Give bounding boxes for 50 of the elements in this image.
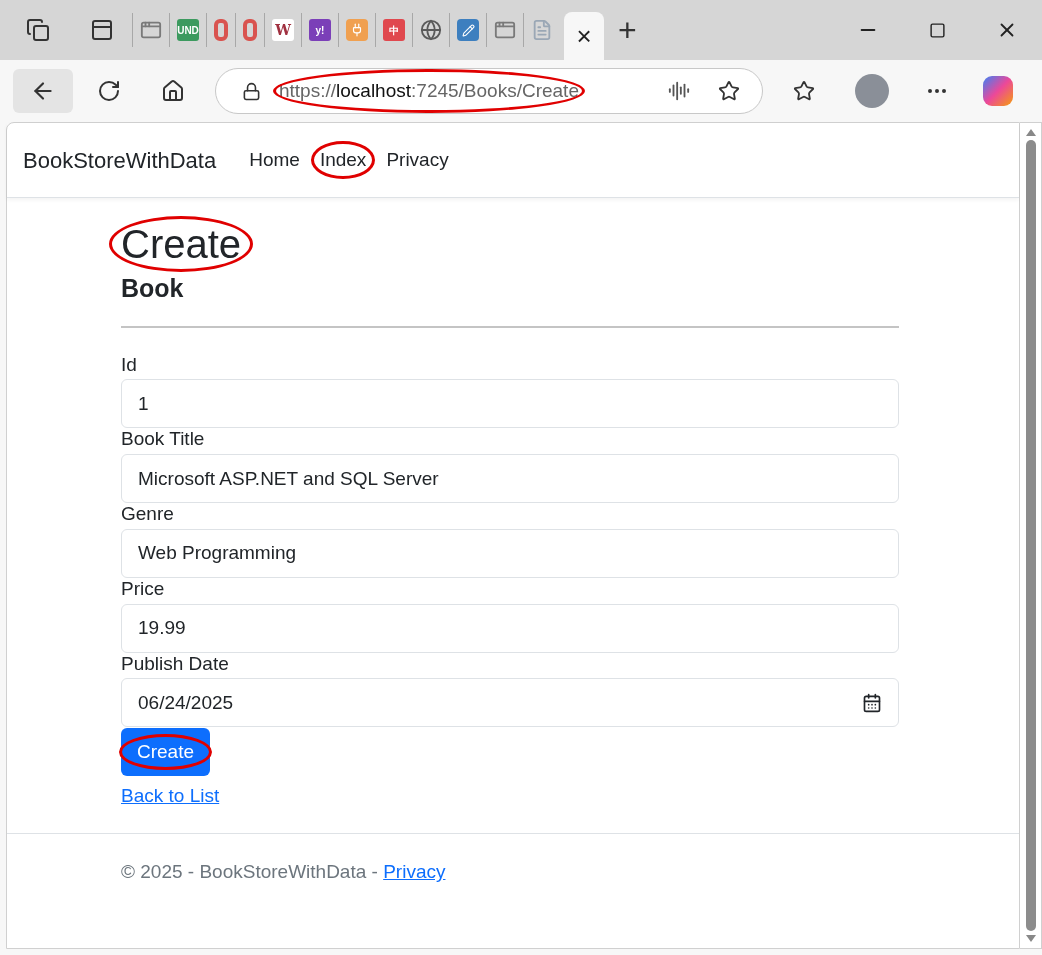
ring-icon[interactable] <box>243 19 257 41</box>
field-label: Id <box>121 353 138 377</box>
brand-link[interactable]: BookStoreWithData <box>23 143 217 177</box>
url-text: https://localhost:7245/Books/Create <box>279 79 579 101</box>
date-field[interactable]: 06/24/2025 <box>121 678 899 728</box>
tab-favicon[interactable]: W <box>272 19 294 41</box>
field-label: Book Title <box>121 428 206 452</box>
back-button[interactable] <box>13 69 73 113</box>
favorite-star-icon[interactable] <box>718 80 740 102</box>
tab-favicon[interactable]: y! <box>309 19 331 41</box>
copilot-icon[interactable] <box>983 76 1013 106</box>
calendar-icon[interactable] <box>862 693 882 713</box>
input-field[interactable]: 1 <box>121 379 899 429</box>
footer-privacy-link[interactable]: Privacy <box>383 858 446 887</box>
scroll-up-icon[interactable] <box>1025 129 1036 136</box>
reload-icon[interactable] <box>97 79 121 103</box>
footer-text: © 2025 - BookStoreWithData - <box>121 860 379 885</box>
read-aloud-icon[interactable] <box>668 80 690 102</box>
page-title: Create <box>121 221 242 268</box>
tab-actions-icon[interactable] <box>90 18 114 42</box>
scrollbar[interactable] <box>1020 122 1042 949</box>
input-field[interactable]: Web Programming <box>121 528 899 578</box>
input-field[interactable]: 19.99 <box>121 603 899 653</box>
field-label: Genre <box>121 503 175 526</box>
lock-icon[interactable] <box>242 81 261 101</box>
favorites-icon[interactable] <box>793 80 815 102</box>
home-icon[interactable] <box>161 79 185 103</box>
ring-icon[interactable] <box>214 19 228 41</box>
back-to-list-link[interactable]: Back to List <box>121 782 220 811</box>
address-bar[interactable]: https://localhost:7245/Books/Create <box>215 68 763 114</box>
maximize-icon[interactable] <box>929 21 946 39</box>
nav-link[interactable]: Home <box>249 148 300 170</box>
tab-favicon[interactable]: 中 <box>383 19 405 41</box>
app-window-icon[interactable] <box>494 19 516 41</box>
edit-icon[interactable] <box>457 19 479 41</box>
new-tab-button[interactable]: + <box>618 14 637 46</box>
field-label: Price <box>121 577 166 601</box>
globe-icon[interactable] <box>420 19 442 41</box>
field-label: Publish Date <box>121 652 230 676</box>
scroll-down-icon[interactable] <box>1025 935 1036 942</box>
nav-link[interactable]: Index <box>319 148 367 170</box>
section-heading: Book <box>121 273 185 304</box>
active-tab[interactable]: × <box>564 12 604 60</box>
profile-avatar[interactable] <box>855 74 889 108</box>
create-button[interactable]: Create <box>121 728 211 777</box>
input-field[interactable]: Microsoft ASP.NET and SQL Server <box>121 454 899 504</box>
nav-link[interactable]: Privacy <box>386 148 449 170</box>
tab-favicon[interactable]: UND <box>177 19 199 41</box>
workspaces-icon[interactable] <box>26 18 50 42</box>
app-window-icon[interactable] <box>140 19 162 41</box>
